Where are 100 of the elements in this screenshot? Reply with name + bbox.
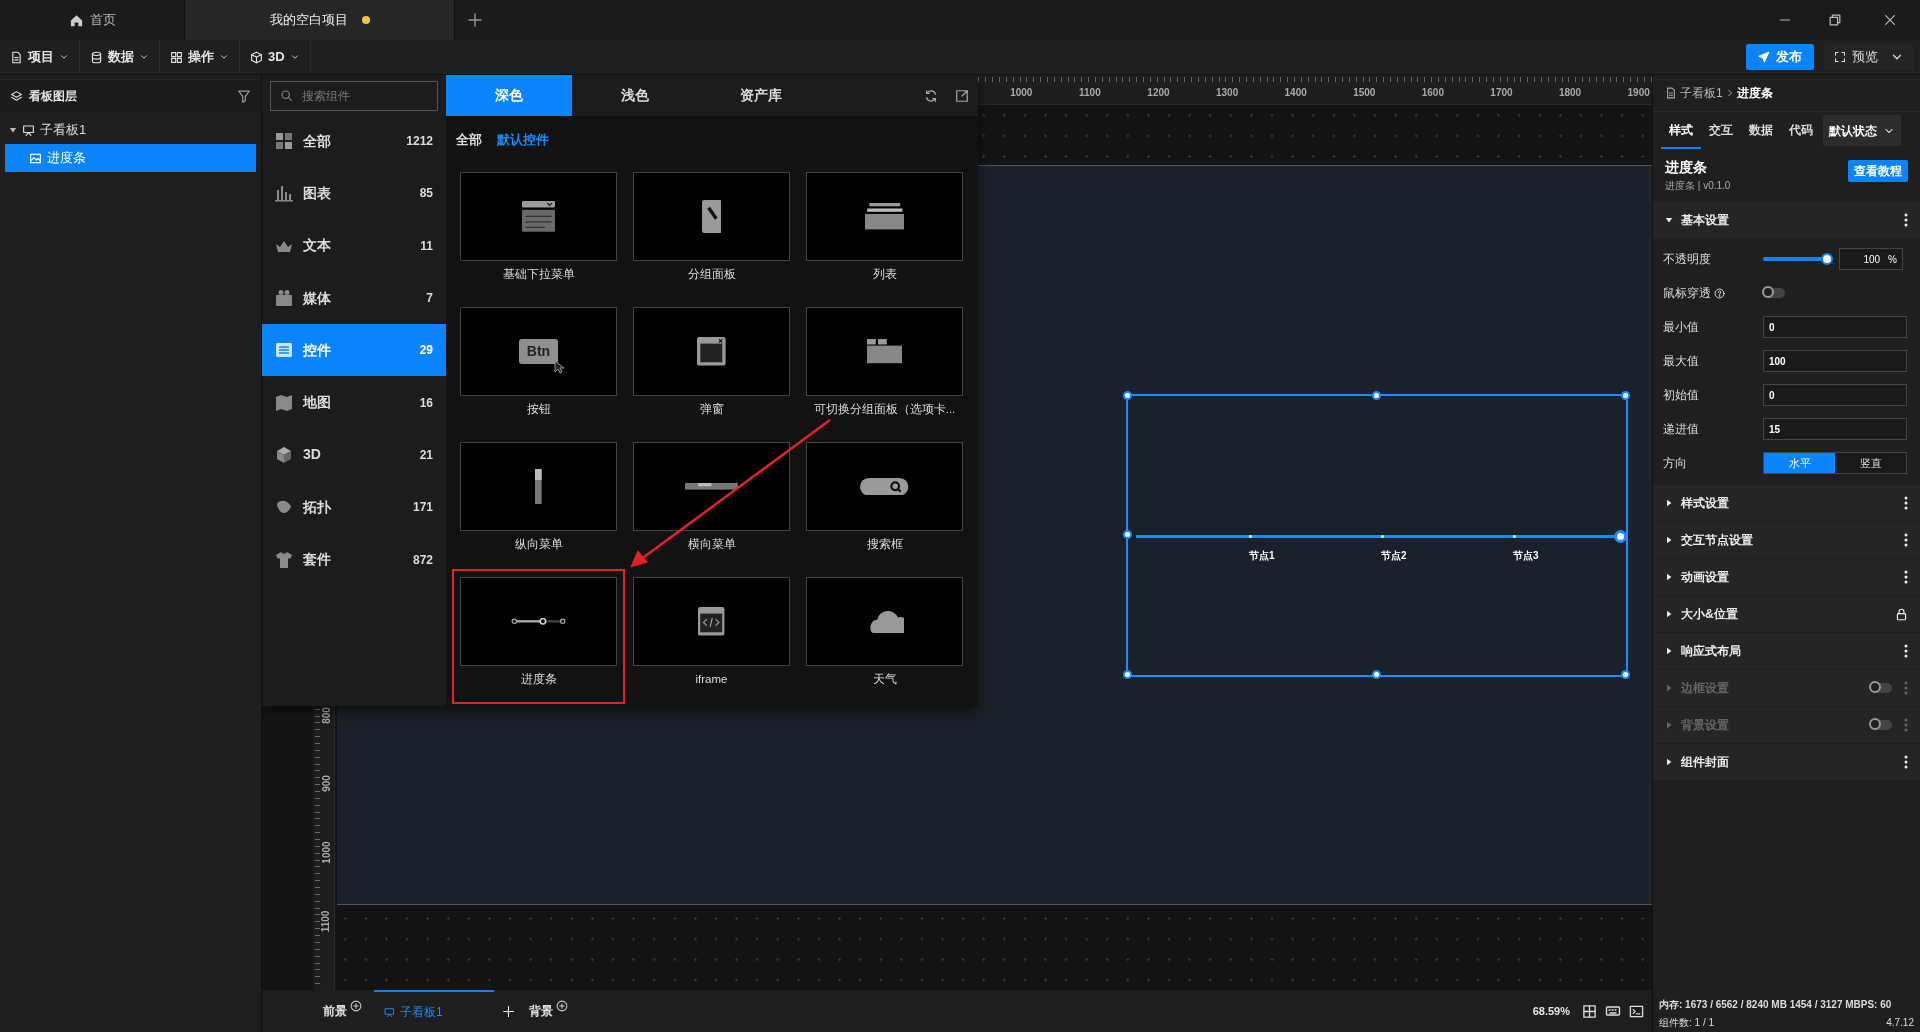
layer-item[interactable]: 进度条 (5, 144, 256, 172)
component-label: 进度条 (519, 672, 558, 687)
section-header[interactable]: 组件封面 (1653, 744, 1920, 780)
section-header[interactable]: 交互节点设置 (1653, 522, 1920, 558)
filter-button[interactable] (237, 89, 251, 103)
state-dropdown[interactable]: 默认状态 (1823, 115, 1901, 146)
horizontal-menu-icon (685, 483, 738, 490)
resize-handle[interactable] (1371, 669, 1381, 679)
layer-label: 背景 (529, 1003, 553, 1020)
segment-button[interactable]: 水平 (1764, 453, 1835, 473)
more-icon[interactable] (1904, 533, 1908, 547)
component-item[interactable]: 基础下拉菜单 (452, 164, 625, 299)
theme-tab[interactable]: 浅色 (572, 75, 698, 116)
inspector-tab[interactable]: 交互 (1701, 112, 1741, 149)
terminal-button[interactable] (1629, 1003, 1644, 1019)
resize-handle[interactable] (1122, 390, 1132, 400)
more-icon[interactable] (1904, 496, 1908, 510)
number-input[interactable]: 100 % (1839, 248, 1903, 270)
component-item[interactable]: 进度条 (452, 569, 625, 704)
section-header[interactable]: 大小&位置 (1653, 596, 1920, 632)
breadcrumb-item[interactable]: 子看板1 (1680, 84, 1723, 102)
document-icon (1665, 87, 1677, 99)
component-label: 分组面板 (686, 267, 737, 282)
filter-tab[interactable]: 默认控件 (497, 130, 549, 150)
component-item[interactable]: 纵向菜单 (452, 434, 625, 569)
resize-handle[interactable] (1122, 669, 1132, 679)
section-header[interactable]: 动画设置 (1653, 559, 1920, 595)
plus-icon (502, 1004, 515, 1018)
more-icon[interactable] (1904, 644, 1908, 658)
category-item[interactable]: 控件 29 (262, 324, 446, 377)
breadcrumb-item[interactable]: 进度条 (1736, 84, 1773, 102)
category-item[interactable]: 媒体 7 (262, 271, 446, 325)
progress-node (1380, 535, 1384, 538)
input-field[interactable]: 0 (1763, 316, 1907, 338)
theme-tab[interactable]: 资产库 (698, 75, 824, 116)
category-item[interactable]: 全部 1212 (262, 115, 446, 168)
more-icon[interactable] (1904, 755, 1908, 769)
tab[interactable]: 我的空白项目 (185, 0, 455, 40)
category-item[interactable]: 套件 872 (262, 533, 446, 586)
add-background-button[interactable] (556, 1000, 568, 1012)
preview-button[interactable]: 预览 (1824, 44, 1914, 70)
fullscreen-icon (1834, 51, 1846, 63)
resize-handle[interactable] (1122, 530, 1132, 539)
inspector-tab[interactable]: 代码 (1781, 112, 1821, 149)
resize-handle[interactable] (1620, 390, 1630, 400)
section-header[interactable]: 响应式布局 (1653, 633, 1920, 669)
slider-thumb[interactable] (1821, 253, 1833, 265)
component-item[interactable]: Btn 按钮 (452, 299, 625, 434)
menu-button[interactable]: 数据 (80, 40, 160, 74)
theme-tab[interactable]: 深色 (446, 75, 572, 116)
input-field[interactable]: 15 (1763, 418, 1907, 440)
input-field[interactable]: 0 (1763, 384, 1907, 406)
section-header[interactable]: 样式设置 (1653, 485, 1920, 521)
progress-bar-component[interactable]: 节点1 节点2 节点3 (1126, 394, 1628, 677)
search-field[interactable]: 搜索组件 (270, 81, 438, 111)
category-item[interactable]: 地图 16 (262, 376, 446, 429)
node-label: 节点3 (1512, 549, 1539, 563)
input-field[interactable]: 100 (1763, 350, 1907, 372)
component-item[interactable]: 横向菜单 (625, 434, 798, 569)
cube-icon (275, 445, 293, 464)
menu-button[interactable]: 3D (240, 40, 311, 74)
more-icon[interactable] (1904, 213, 1908, 227)
export-icon (955, 88, 969, 103)
inspector-tab[interactable]: 数据 (1741, 112, 1781, 149)
fit-screen-button[interactable] (1582, 1003, 1597, 1019)
progress-thumb[interactable] (1614, 530, 1627, 543)
chevron-right-icon (1725, 89, 1734, 97)
resize-handle[interactable] (1620, 669, 1630, 679)
publish-button[interactable]: 发布 (1746, 44, 1814, 70)
category-item[interactable]: 拓扑 171 (262, 481, 446, 534)
field-label: 鼠标穿透 (1663, 284, 1763, 302)
category-item[interactable]: 文本 11 (262, 219, 446, 272)
component-item[interactable]: iframe (625, 569, 798, 704)
progress-node (1512, 535, 1516, 538)
menu-button[interactable]: 操作 (160, 40, 240, 74)
component-item[interactable]: 天气 (798, 569, 971, 704)
component-item[interactable]: 弹窗 (625, 299, 798, 434)
triangle-right-icon (1665, 721, 1673, 729)
resize-handle[interactable] (1371, 390, 1381, 400)
component-item[interactable]: 列表 (798, 164, 971, 299)
category-item[interactable]: 图表 85 (262, 167, 446, 220)
component-item[interactable]: 可切换分组面板（选项卡... (798, 299, 971, 434)
section-header[interactable]: 基本设置 (1653, 202, 1920, 238)
component-item[interactable]: 分组面板 (625, 164, 798, 299)
layer-item[interactable]: 子看板1 (5, 116, 256, 144)
category-item[interactable]: 3D 21 (262, 428, 446, 482)
inspector-tab[interactable]: 样式 (1661, 112, 1701, 149)
map-icon (275, 393, 293, 412)
keyboard-button[interactable] (1605, 1003, 1621, 1019)
add-foreground-button[interactable] (350, 1000, 362, 1012)
segment-button[interactable]: 竖直 (1835, 453, 1906, 473)
tutorial-button[interactable]: 查看教程 (1848, 160, 1908, 182)
add-board-button[interactable] (502, 1004, 515, 1018)
more-icon[interactable] (1904, 570, 1908, 584)
filter-tab[interactable]: 全部 (456, 130, 482, 150)
chevron-down-icon (219, 52, 229, 62)
toggle-switch[interactable] (1763, 288, 1785, 298)
component-item[interactable]: 搜索框 (798, 434, 971, 569)
board-tab[interactable]: 子看板1 (374, 990, 494, 1032)
menu-button[interactable]: 项目 (0, 40, 80, 74)
